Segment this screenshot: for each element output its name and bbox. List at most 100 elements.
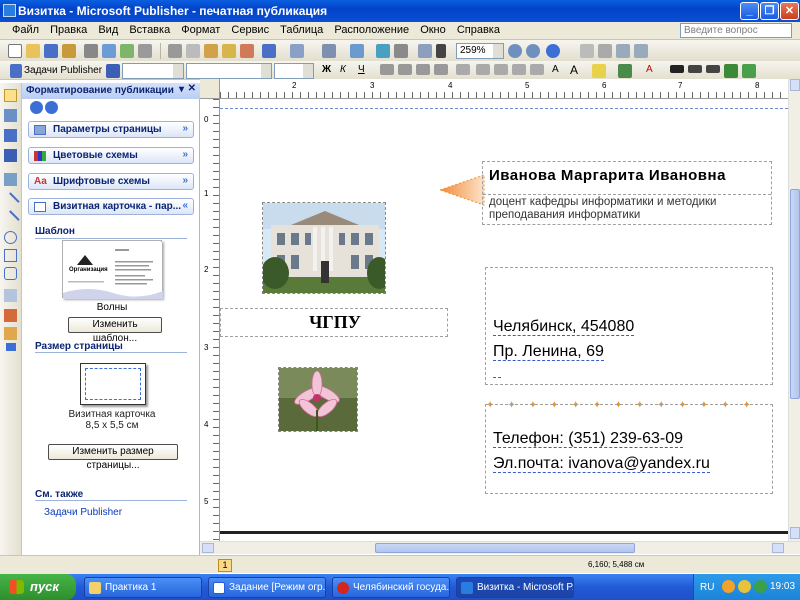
styles-icon[interactable] bbox=[106, 64, 120, 78]
clear-icon[interactable] bbox=[240, 44, 254, 58]
font-size-select[interactable] bbox=[274, 63, 314, 79]
picture-frame-icon[interactable] bbox=[4, 173, 17, 186]
font-color-icon[interactable]: A bbox=[646, 64, 653, 75]
menu-help[interactable]: Справка bbox=[453, 22, 504, 36]
section-page-options[interactable]: Параметры страницы » bbox=[28, 121, 194, 138]
numbering-icon[interactable] bbox=[476, 64, 490, 75]
tray-app-icon[interactable] bbox=[754, 580, 767, 593]
language-indicator[interactable]: RU bbox=[700, 582, 714, 593]
zoom-select[interactable]: 259% bbox=[456, 43, 504, 59]
line-color-icon[interactable] bbox=[618, 64, 632, 78]
scroll-thumb[interactable] bbox=[375, 543, 635, 553]
form-control-icon[interactable] bbox=[4, 309, 17, 322]
paste-icon[interactable] bbox=[204, 44, 218, 58]
open-icon[interactable] bbox=[26, 44, 40, 58]
save-icon[interactable] bbox=[44, 44, 58, 58]
publication-page[interactable]: Иванова Маргарита Ивановна доцент кафедр… bbox=[220, 99, 788, 541]
research-icon[interactable] bbox=[138, 44, 152, 58]
bullets-icon[interactable] bbox=[494, 64, 508, 75]
crop-icon[interactable] bbox=[634, 44, 648, 58]
scroll-right-icon[interactable] bbox=[772, 543, 784, 553]
task-pane-icon[interactable] bbox=[10, 64, 22, 78]
rotate-icon[interactable] bbox=[350, 44, 364, 58]
name-text-box[interactable]: Иванова Маргарита Ивановна доцент кафедр… bbox=[482, 161, 772, 225]
align-center-icon[interactable] bbox=[398, 64, 412, 75]
clock[interactable]: 19:03 bbox=[770, 581, 795, 592]
dash-style-icon[interactable] bbox=[688, 65, 702, 73]
unlink-icon[interactable] bbox=[598, 44, 612, 58]
help-icon[interactable] bbox=[546, 44, 560, 58]
search-files-icon[interactable] bbox=[62, 44, 76, 58]
style-select[interactable] bbox=[122, 63, 184, 79]
menu-insert[interactable]: Вставка bbox=[125, 22, 174, 36]
close-button[interactable]: ✕ bbox=[780, 2, 799, 20]
wordart-icon[interactable] bbox=[4, 149, 17, 162]
align-right-icon[interactable] bbox=[416, 64, 430, 75]
insert-table-icon[interactable] bbox=[4, 129, 17, 142]
new-icon[interactable] bbox=[8, 44, 22, 58]
menu-arrange[interactable]: Расположение bbox=[330, 22, 413, 36]
task-assignment[interactable]: Задание [Режим огр... bbox=[208, 577, 326, 598]
task-browser[interactable]: Челябинский госуда... bbox=[332, 577, 450, 598]
vertical-ruler[interactable]: 0 1 2 3 4 5 bbox=[200, 99, 220, 541]
address-text-box[interactable]: Челябинск, 454080 Пр. Ленина, 69 bbox=[485, 267, 773, 385]
scroll-thumb[interactable] bbox=[790, 189, 800, 399]
oval-icon[interactable] bbox=[4, 231, 17, 244]
line-icon[interactable] bbox=[1, 192, 20, 211]
horizontal-scrollbar[interactable] bbox=[200, 541, 800, 554]
flower-photo[interactable] bbox=[278, 367, 358, 432]
text-box-icon[interactable] bbox=[4, 109, 17, 122]
italic-icon[interactable]: К bbox=[340, 64, 346, 75]
start-button[interactable]: пуск bbox=[0, 574, 76, 600]
menu-window[interactable]: Окно bbox=[416, 22, 450, 36]
underline-icon[interactable]: Ч bbox=[358, 64, 365, 75]
horizontal-ruler[interactable]: 2 3 4 5 6 7 8 bbox=[220, 79, 788, 99]
justify-icon[interactable] bbox=[434, 64, 448, 75]
minimize-button[interactable]: _ bbox=[740, 2, 759, 20]
font-select[interactable] bbox=[186, 63, 272, 79]
section-color-schemes[interactable]: Цветовые схемы » bbox=[28, 147, 194, 164]
chevron-down-icon[interactable]: ▾ bbox=[179, 84, 184, 95]
cut-icon[interactable] bbox=[168, 44, 182, 58]
task-publisher[interactable]: Визитка - Microsoft P... bbox=[456, 577, 574, 598]
change-page-size-button[interactable]: Изменить размер страницы... bbox=[48, 444, 178, 471]
autoshapes-icon[interactable] bbox=[4, 267, 17, 280]
help-search-input[interactable]: Введите вопрос bbox=[680, 23, 792, 38]
bold-icon[interactable]: Ж bbox=[322, 64, 331, 75]
section-font-schemes[interactable]: Aa Шрифтовые схемы » bbox=[28, 173, 194, 190]
page-navigation-button[interactable]: 1 bbox=[218, 559, 232, 572]
zoom-out-icon[interactable] bbox=[508, 44, 522, 58]
picture-icon[interactable] bbox=[616, 44, 630, 58]
building-photo[interactable] bbox=[262, 202, 386, 294]
menu-file[interactable]: Файл bbox=[0, 22, 43, 36]
decrease-indent-icon[interactable] bbox=[512, 64, 526, 75]
line-spacing-icon[interactable] bbox=[456, 64, 470, 75]
menu-format[interactable]: Формат bbox=[177, 22, 224, 36]
publisher-tasks-link[interactable]: Задачи Publisher bbox=[44, 507, 122, 518]
menu-view[interactable]: Вид bbox=[94, 22, 122, 36]
paragraph-marks-icon[interactable] bbox=[436, 44, 446, 58]
redo-icon[interactable] bbox=[290, 44, 304, 58]
scroll-left-icon[interactable] bbox=[202, 543, 214, 553]
undo-icon[interactable] bbox=[262, 44, 276, 58]
format-painter-icon[interactable] bbox=[222, 44, 236, 58]
align-left-icon[interactable] bbox=[380, 64, 394, 75]
tray-app-icon[interactable] bbox=[722, 580, 735, 593]
publisher-tasks-button[interactable]: Задачи Publisher bbox=[24, 65, 102, 76]
scroll-up-icon[interactable] bbox=[790, 79, 800, 91]
3d-style-icon[interactable] bbox=[742, 64, 756, 78]
page-size-thumbnail[interactable] bbox=[80, 363, 146, 405]
zoom-in-icon[interactable] bbox=[526, 44, 540, 58]
fill-color-icon[interactable] bbox=[592, 64, 606, 78]
arrow-style-icon[interactable] bbox=[706, 65, 720, 73]
hyperlink-icon[interactable] bbox=[376, 44, 390, 58]
zoom-tool-icon[interactable] bbox=[394, 44, 408, 58]
scroll-down-icon[interactable] bbox=[790, 527, 800, 539]
forward-icon[interactable] bbox=[45, 101, 58, 114]
shadow-style-icon[interactable] bbox=[724, 64, 738, 78]
back-icon[interactable] bbox=[30, 101, 43, 114]
menu-tools[interactable]: Сервис bbox=[227, 22, 273, 36]
organization-text-box[interactable]: ЧГПУ bbox=[220, 308, 448, 337]
template-thumbnail[interactable]: Организация bbox=[62, 240, 163, 299]
increase-indent-icon[interactable] bbox=[530, 64, 544, 75]
